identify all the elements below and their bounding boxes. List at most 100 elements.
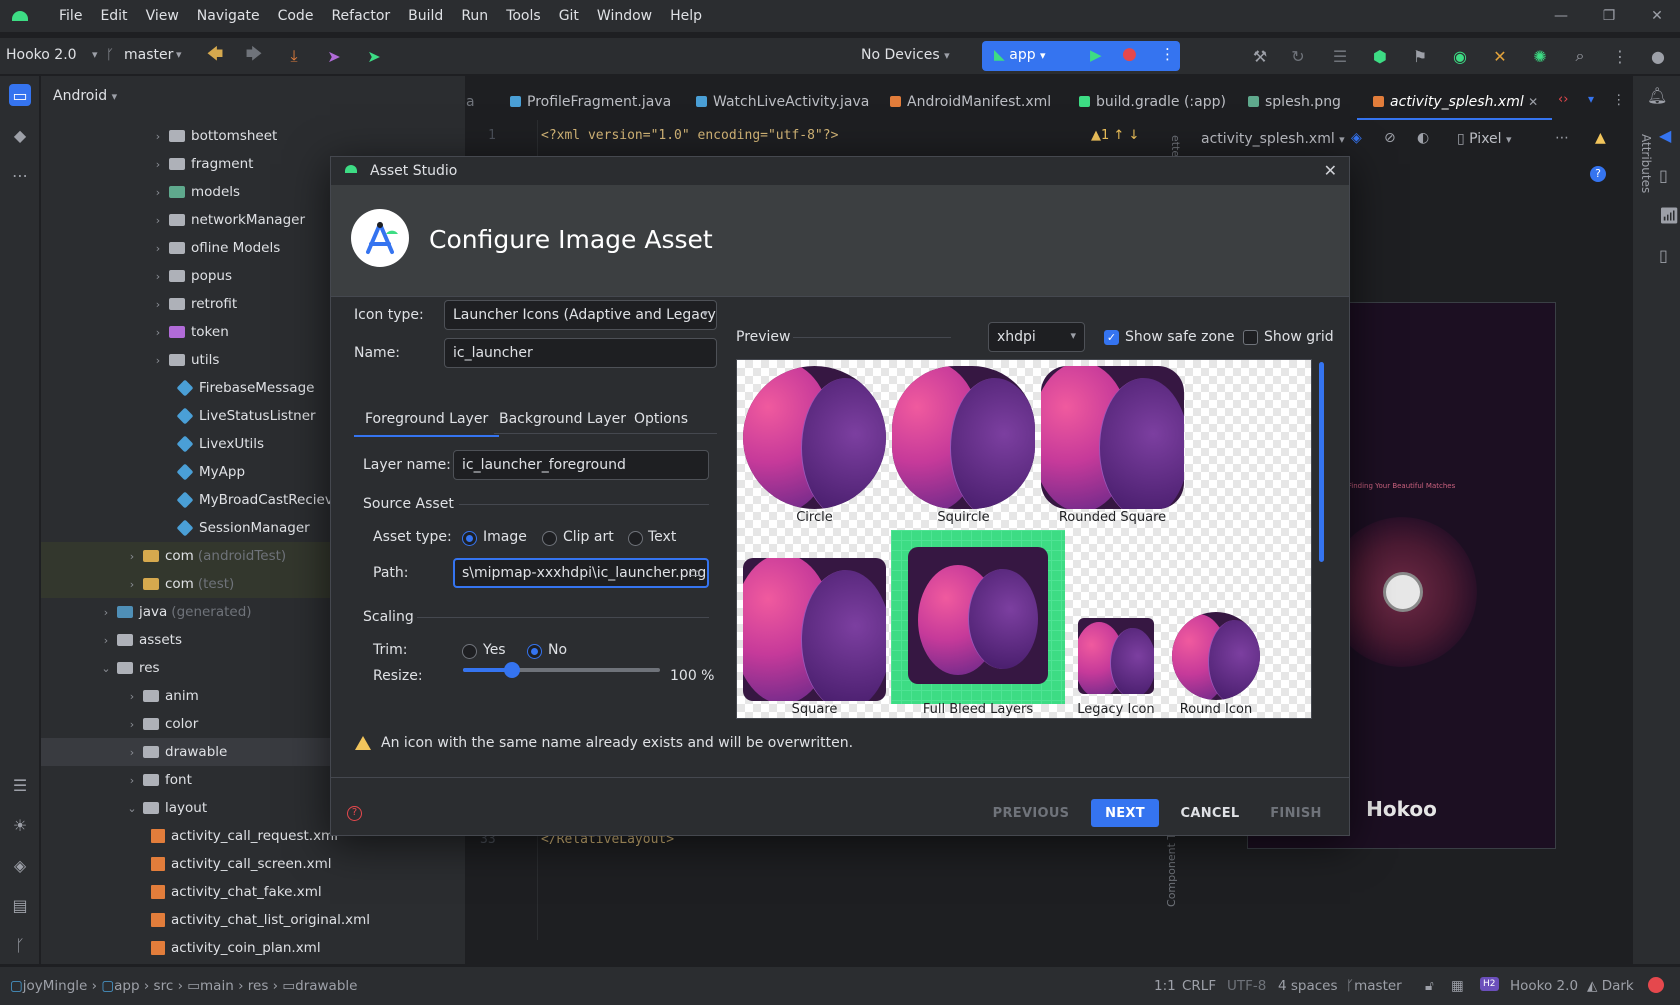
resource-manager-icon[interactable]: ◆: [9, 124, 31, 146]
show-grid-checkbox[interactable]: [1243, 330, 1258, 345]
layer-name-input[interactable]: ic_launcher_foreground: [453, 450, 709, 480]
breadcrumb-item[interactable]: main: [200, 978, 234, 994]
run-config-selector[interactable]: ◣ app ▾: [994, 47, 1046, 63]
menu-window[interactable]: Window: [588, 8, 661, 24]
project-selector[interactable]: Hooko 2.0: [6, 47, 77, 63]
status-indicator-icon[interactable]: [1648, 977, 1664, 993]
show-safe-zone-checkbox[interactable]: ✓: [1104, 330, 1119, 345]
gradle-sync-icon[interactable]: ⬢: [1370, 46, 1390, 66]
terminal-icon[interactable]: ▤: [9, 894, 31, 916]
browse-folder-icon[interactable]: ▭: [688, 565, 701, 581]
tree-item[interactable]: activity_chat_list_original.xml: [41, 906, 465, 934]
tree-item[interactable]: activity_coin_plan.xml: [41, 934, 465, 962]
menu-view[interactable]: View: [137, 8, 188, 24]
send-icon[interactable]: ➤: [324, 46, 344, 66]
orientation-icon[interactable]: ⊘: [1384, 130, 1396, 146]
code-split-icon[interactable]: ‹›: [1558, 92, 1568, 107]
device-manager-icon[interactable]: ◉: [1450, 46, 1470, 66]
gemini-side-icon[interactable]: ◀: [1659, 126, 1671, 145]
memory-icon[interactable]: ▦: [1451, 978, 1464, 994]
chevron-right-icon[interactable]: ›: [125, 578, 139, 591]
editor-tab-build-gradle[interactable]: build.gradle (:app): [1079, 94, 1226, 110]
night-mode-icon[interactable]: ◐: [1417, 130, 1429, 146]
editor-tab-splesh-png[interactable]: splesh.png: [1248, 94, 1341, 110]
device-selector[interactable]: No Devices ▾: [861, 47, 950, 63]
design-warning-icon[interactable]: ▲: [1595, 130, 1606, 146]
chevron-down-icon[interactable]: ⌄: [125, 802, 139, 815]
editor-tab-manifest[interactable]: AndroidManifest.xml: [890, 94, 1051, 110]
chevron-right-icon[interactable]: ›: [151, 354, 165, 367]
theme-switch[interactable]: ◭ Dark: [1587, 978, 1634, 994]
line-separator[interactable]: CRLF: [1182, 978, 1216, 994]
build-hammer-icon[interactable]: ⚒: [1250, 46, 1270, 66]
tab-background-layer[interactable]: Background Layer: [499, 411, 626, 427]
chevron-right-icon[interactable]: ›: [151, 214, 165, 227]
attributes-strip[interactable]: Attributes: [1639, 134, 1653, 193]
tree-item[interactable]: activity_chat_fake.xml: [41, 878, 465, 906]
emulator-icon[interactable]: ▯: [1659, 246, 1668, 265]
project-view-icon[interactable]: ▭: [9, 84, 31, 106]
breadcrumb-item[interactable]: res: [248, 978, 269, 994]
caret-position[interactable]: 1:1: [1154, 978, 1176, 994]
resize-slider-thumb[interactable]: [504, 662, 521, 678]
icon-type-select[interactable]: Launcher Icons (Adaptive and Legacy) ▾: [444, 300, 717, 330]
gemini-icon[interactable]: ✺: [1530, 46, 1550, 66]
debug-icon[interactable]: ●: [1122, 44, 1137, 64]
layout-inspector-icon[interactable]: ☰: [1330, 46, 1350, 66]
menu-run[interactable]: Run: [452, 8, 497, 24]
code-line[interactable]: <?xml version="1.0" encoding="utf-8"?>: [541, 128, 838, 143]
dialog-close-icon[interactable]: ✕: [1324, 161, 1337, 180]
more-actions-icon[interactable]: ⋮: [1160, 45, 1175, 63]
help-circle-icon[interactable]: ?: [347, 806, 362, 821]
tab-options[interactable]: Options: [634, 411, 688, 427]
close-tab-icon[interactable]: ✕: [1528, 95, 1538, 109]
git-icon[interactable]: ᚴ: [9, 934, 31, 956]
density-select[interactable]: xhdpi ▾: [988, 322, 1085, 352]
project-structure-icon[interactable]: ✕: [1490, 46, 1510, 66]
warning-count[interactable]: ▲1 ↑ ↓: [1091, 128, 1139, 143]
editor-tab-profile-fragment[interactable]: ProfileFragment.java: [510, 94, 671, 110]
project-name[interactable]: Hooko 2.0: [1510, 978, 1578, 994]
asset-type-clipart-radio[interactable]: [542, 531, 557, 546]
design-file-selector[interactable]: activity_splesh.xml ▾: [1201, 131, 1345, 147]
search-icon[interactable]: ⌕: [1570, 46, 1590, 66]
breadcrumb-item[interactable]: drawable: [295, 978, 357, 994]
breadcrumb-item[interactable]: src: [154, 978, 174, 994]
notifications-icon[interactable]: 🔔︎: [1647, 86, 1667, 105]
chevron-right-icon[interactable]: ›: [125, 690, 139, 703]
run-icon[interactable]: ▶: [1090, 46, 1102, 64]
chevron-right-icon[interactable]: ›: [125, 550, 139, 563]
menu-tools[interactable]: Tools: [497, 8, 550, 24]
menu-code[interactable]: Code: [269, 8, 323, 24]
tab-list-chevron-icon[interactable]: ▾: [1588, 92, 1594, 106]
editor-tab-activity-splesh[interactable]: activity_splesh.xml ✕: [1356, 94, 1553, 120]
chevron-right-icon[interactable]: ›: [99, 634, 113, 647]
chevron-right-icon[interactable]: ›: [151, 270, 165, 283]
cancel-button[interactable]: CANCEL: [1173, 799, 1247, 827]
chevron-right-icon[interactable]: ›: [151, 298, 165, 311]
lock-icon[interactable]: 🔓︎: [1425, 978, 1434, 994]
menu-file[interactable]: File: [50, 8, 91, 24]
chevron-down-icon[interactable]: ⌄: [99, 662, 113, 675]
chevron-right-icon[interactable]: ›: [125, 746, 139, 759]
resize-slider[interactable]: [463, 668, 660, 672]
chevron-right-icon[interactable]: ›: [151, 326, 165, 339]
running-devices-icon[interactable]: ▯: [1659, 166, 1668, 185]
tab-foreground-layer[interactable]: Foreground Layer: [353, 411, 500, 437]
device-explorer-icon[interactable]: 📶︎: [1659, 206, 1679, 225]
finish-button[interactable]: FINISH: [1261, 799, 1331, 827]
menu-build[interactable]: Build: [399, 8, 452, 24]
deploy-icon[interactable]: ➤: [364, 46, 384, 66]
chevron-right-icon[interactable]: ›: [125, 774, 139, 787]
close-window-icon[interactable]: ✕: [1634, 0, 1680, 32]
breadcrumb-item[interactable]: joyMingle: [23, 978, 88, 994]
chevron-right-icon[interactable]: ›: [151, 186, 165, 199]
structure-icon[interactable]: ☰: [9, 774, 31, 796]
tree-item[interactable]: › bottomsheet: [41, 122, 465, 150]
forward-arrow-icon[interactable]: 🡆: [244, 44, 264, 66]
menu-git[interactable]: Git: [550, 8, 588, 24]
account-avatar-icon[interactable]: ●: [1648, 46, 1668, 66]
menu-navigate[interactable]: Navigate: [188, 8, 269, 24]
chevron-right-icon[interactable]: ›: [125, 718, 139, 731]
tab-more-icon[interactable]: ⋮: [1612, 92, 1626, 108]
